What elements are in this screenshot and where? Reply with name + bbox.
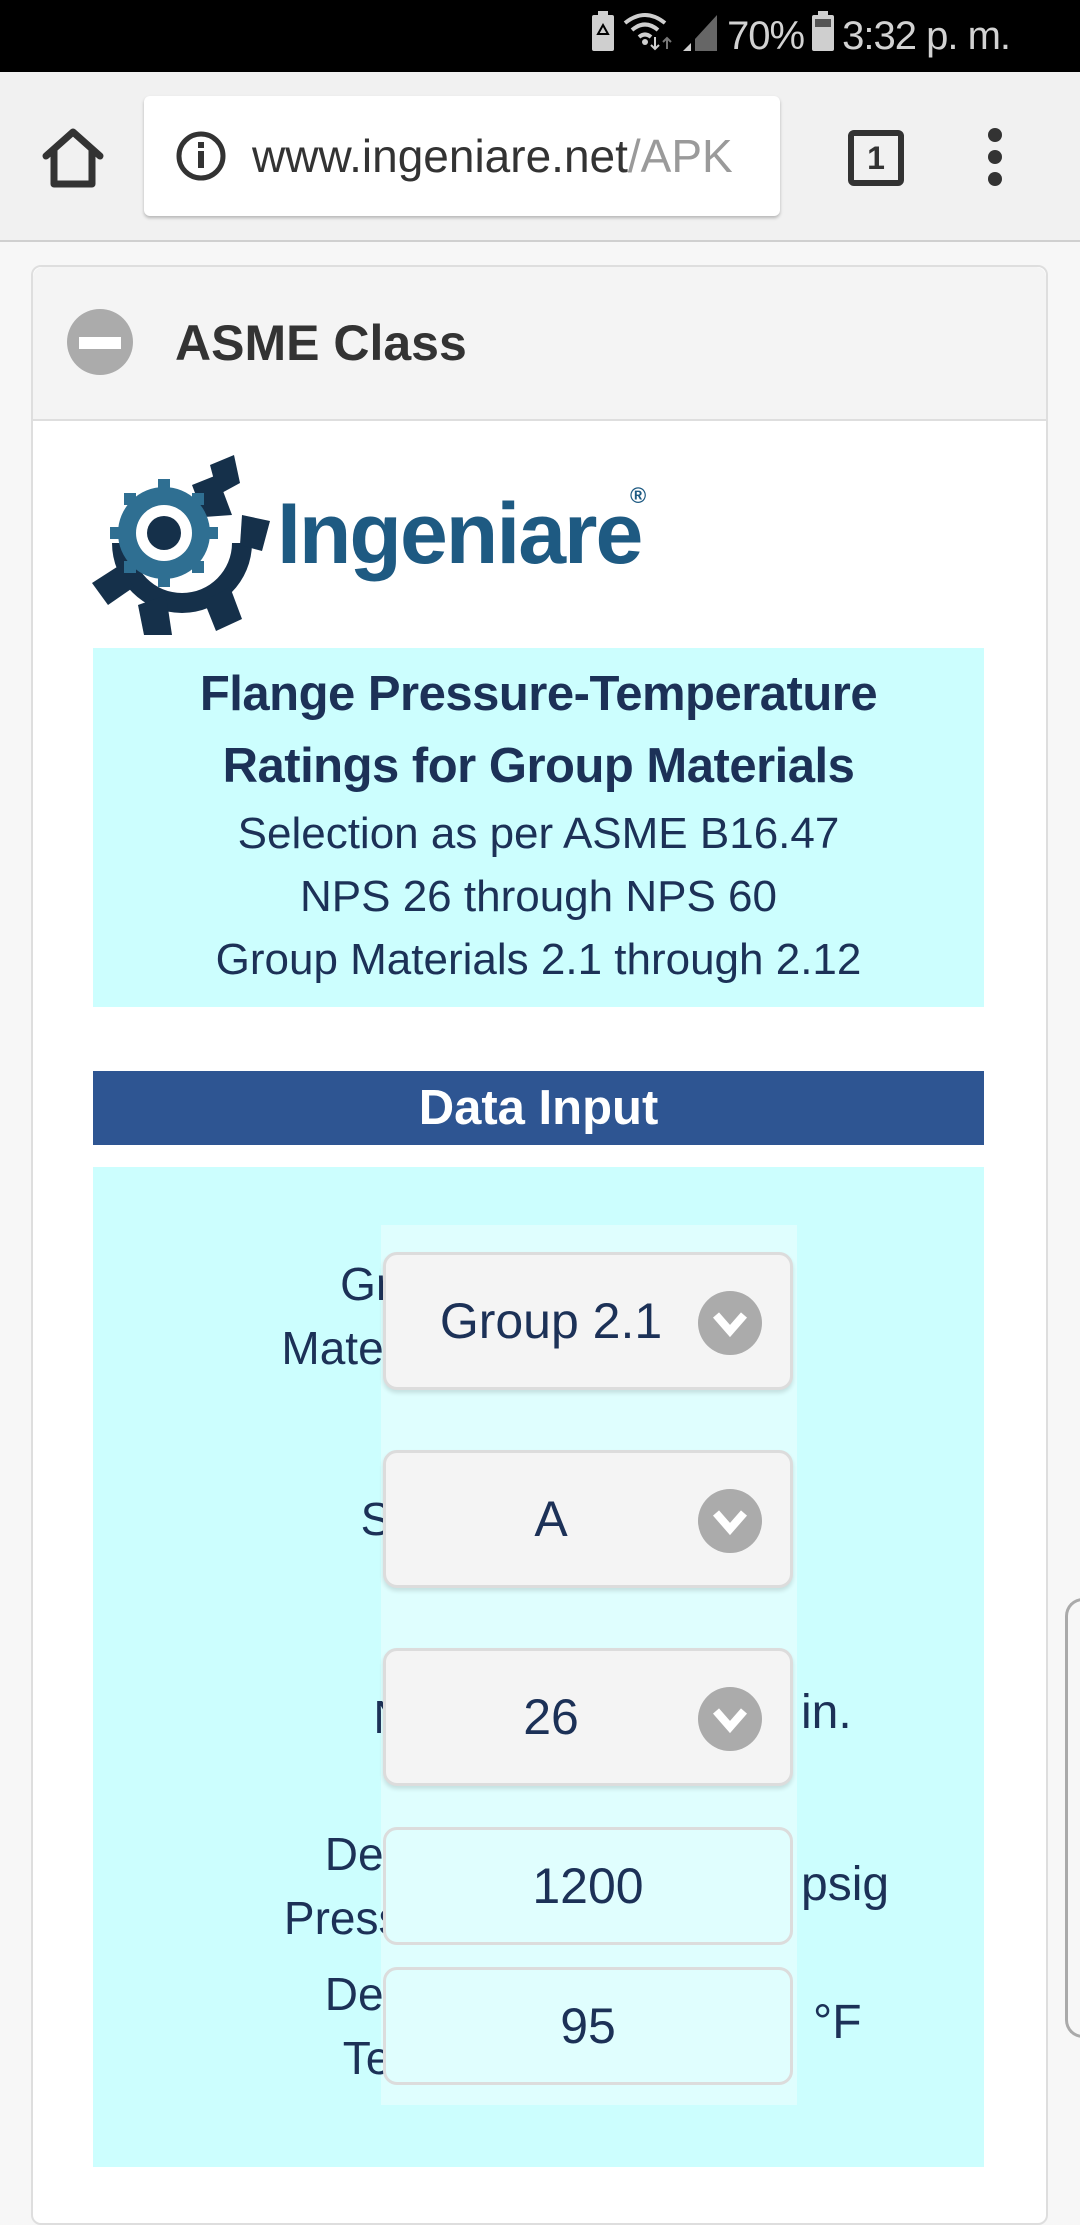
nps-select[interactable]: 26	[383, 1648, 793, 1786]
nps-unit: in.	[801, 1686, 852, 1739]
signal-icon	[683, 11, 719, 61]
wifi-icon	[623, 11, 675, 61]
url-domain: www.ingeniare.net	[252, 130, 628, 182]
menu-dot-icon	[988, 128, 1002, 142]
design-pressure-input[interactable]: 1200	[383, 1827, 793, 1945]
design-temp-unit: °F	[813, 1996, 862, 2049]
registered-mark: ®	[630, 483, 647, 508]
nps-value: 26	[523, 1689, 579, 1745]
ingeniare-logo: Ingeniare ®	[92, 455, 672, 635]
panel-title: ASME Class	[175, 315, 467, 371]
chevron-down-icon	[698, 1489, 762, 1553]
clock: 3:32 p. m.	[842, 13, 1011, 58]
group-materials-select[interactable]: Group 2.1	[383, 1252, 793, 1390]
collapse-icon[interactable]	[67, 309, 133, 375]
overflow-menu-button[interactable]	[978, 128, 1012, 192]
nps-range-line: NPS 26 through NPS 60	[300, 872, 777, 921]
chevron-down-icon	[698, 1687, 762, 1751]
gear-icon	[92, 455, 270, 635]
design-pressure-unit: psig	[801, 1858, 890, 1911]
url-text[interactable]: www.ingeniare.net/APK	[252, 96, 772, 216]
standard-line: Selection as per ASME B16.47	[237, 809, 840, 858]
title-line-1: Flange Pressure-Temperature	[199, 667, 878, 721]
menu-dot-icon	[988, 150, 1002, 164]
group-materials-value: Group 2.1	[439, 1293, 663, 1349]
battery-icon	[812, 11, 835, 61]
menu-dot-icon	[988, 172, 1002, 186]
address-bar[interactable]: www.ingeniare.net/APK	[144, 96, 780, 216]
home-button[interactable]	[38, 126, 108, 190]
status-bar: 70% 3:32 p. m.	[0, 0, 1080, 72]
battery-saver-icon	[591, 11, 615, 61]
design-temp-input[interactable]: 95	[383, 1967, 793, 2085]
home-icon	[42, 128, 104, 188]
logo-text: Ingeniare	[277, 486, 643, 582]
battery-percent: 70%	[727, 13, 805, 58]
chevron-down-icon	[698, 1291, 762, 1355]
panel-header[interactable]: ASME Class	[33, 267, 1046, 421]
info-icon[interactable]	[176, 131, 226, 181]
serie-select[interactable]: A	[383, 1450, 793, 1588]
calculator-description: Flange Pressure-Temperature Ratings for …	[93, 648, 984, 1007]
title-line-2: Ratings for Group Materials	[222, 739, 855, 793]
group-range-line: Group Materials 2.1 through 2.12	[215, 935, 862, 984]
tab-switcher-button[interactable]: 1	[848, 130, 904, 186]
url-path: /APK	[627, 130, 733, 182]
data-input-heading: Data Input	[93, 1071, 984, 1145]
data-input-form: Group Materials Group 2.1 Serie A NPS 26…	[93, 1167, 984, 2167]
browser-toolbar: www.ingeniare.net/APK 1	[0, 72, 1080, 242]
serie-value: A	[534, 1491, 568, 1547]
calculator-title: Flange Pressure-Temperature Ratings for …	[93, 658, 984, 802]
edge-panel-handle[interactable]	[1065, 1598, 1080, 2038]
